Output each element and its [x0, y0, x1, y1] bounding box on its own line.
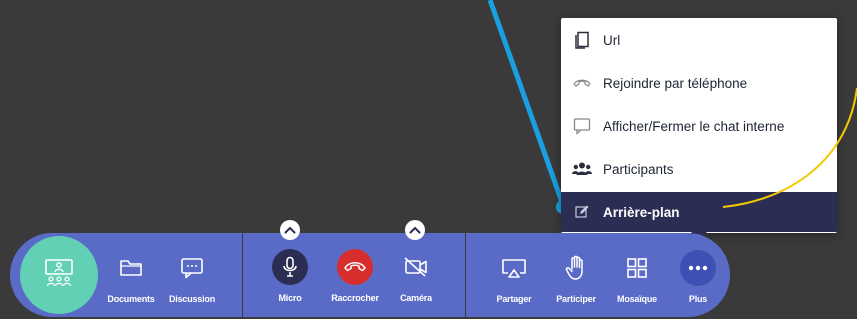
tile-view-label: Mosaïque — [617, 294, 657, 304]
micro-label: Micro — [278, 293, 302, 303]
copy-icon — [571, 31, 593, 49]
hang-up-button[interactable]: Raccrocher — [327, 248, 383, 303]
more-dots-icon — [680, 250, 716, 286]
menu-item-toggle-chat[interactable]: Afficher/Fermer le chat interne — [561, 106, 837, 146]
menu-item-label: Rejoindre par téléphone — [603, 75, 748, 91]
microphone-icon — [272, 249, 308, 285]
chat-icon — [180, 249, 204, 287]
discussion-label: Discussion — [168, 294, 215, 304]
camera-button[interactable]: Caméra — [391, 248, 441, 303]
camera-off-icon — [403, 248, 429, 286]
share-button[interactable]: Partager — [489, 249, 539, 304]
menu-item-join-by-phone[interactable]: Rejoindre par téléphone — [561, 63, 837, 103]
hang-up-label: Raccrocher — [331, 293, 379, 303]
share-label: Partager — [496, 294, 532, 304]
documents-button[interactable]: Documents — [102, 249, 160, 304]
menu-item-participants[interactable]: Participants — [561, 149, 837, 189]
more-options-label: Plus — [688, 294, 708, 304]
more-options-button[interactable]: Plus — [675, 249, 721, 304]
camera-label: Caméra — [400, 293, 432, 303]
chat-icon — [571, 117, 593, 135]
menu-item-label: Url — [603, 32, 621, 48]
breakout-rooms-button[interactable] — [20, 236, 98, 314]
menu-item-label: Participants — [603, 161, 674, 177]
more-options-menu: Url Rejoindre par téléphone Afficher/Fer… — [561, 18, 837, 240]
rooms-icon — [43, 257, 75, 294]
folder-icon — [119, 249, 143, 287]
menu-item-background[interactable]: Arrière-plan — [561, 192, 837, 232]
micro-options-toggle[interactable] — [280, 220, 300, 240]
camera-options-toggle[interactable] — [405, 220, 425, 240]
raise-hand-label: Participer — [556, 294, 596, 304]
menu-item-label: Afficher/Fermer le chat interne — [603, 118, 785, 134]
users-icon — [571, 160, 593, 178]
hand-icon — [565, 249, 587, 287]
grid-icon — [626, 249, 648, 287]
discussion-button[interactable]: Discussion — [163, 249, 221, 304]
raise-hand-button[interactable]: Participer — [548, 249, 604, 304]
chevron-up-icon — [284, 221, 296, 239]
micro-button[interactable]: Micro — [265, 248, 315, 303]
screen-share-icon — [501, 249, 527, 287]
annotation-arrow — [487, 0, 566, 206]
phone-icon — [571, 74, 593, 92]
hang-up-icon — [337, 249, 373, 285]
menu-item-url[interactable]: Url — [561, 20, 837, 60]
documents-label: Documents — [107, 294, 155, 304]
menu-item-label: Arrière-plan — [603, 204, 680, 220]
tile-view-button[interactable]: Mosaïque — [612, 249, 662, 304]
edit-icon — [571, 203, 593, 221]
chevron-up-icon — [409, 221, 421, 239]
